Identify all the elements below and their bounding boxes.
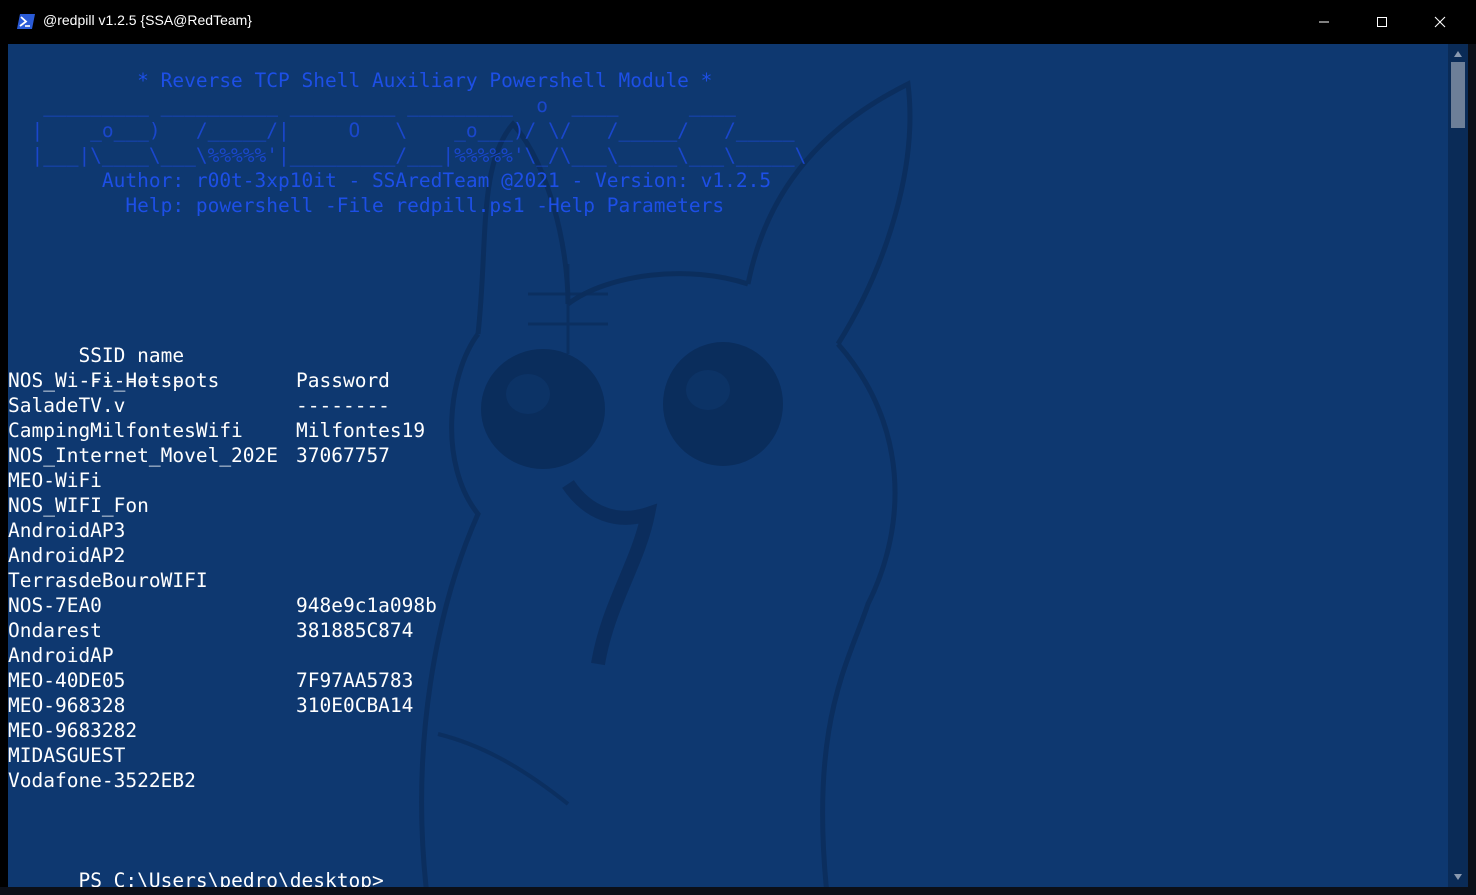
ssid-cell: MIDASGUEST (8, 744, 126, 767)
powershell-icon (17, 14, 35, 29)
ssid-cell: CampingMilfontesWifi (8, 419, 243, 442)
table-row: AndroidAP (8, 643, 114, 668)
ssid-cell: TerrasdeBouroWIFI (8, 569, 208, 592)
password-cell: 7F97AA5783 (296, 669, 414, 692)
password-column-header: Password (296, 369, 390, 392)
chevron-down-icon (1454, 874, 1462, 880)
table-row: SaladeTV.v (8, 393, 125, 418)
password-cell: 381885C874 (296, 619, 414, 642)
window-title: @redpill v1.2.5 {SSA@RedTeam} (43, 12, 252, 28)
table-row: AndroidAP2 (8, 543, 125, 568)
table-row: NOS-7EA0 948e9c1a098b (8, 593, 437, 618)
close-button[interactable] (1411, 0, 1469, 44)
maximize-button[interactable] (1353, 0, 1411, 44)
table-row: MIDASGUEST (8, 743, 125, 768)
table-header-row: SSID name Password (8, 318, 389, 392)
table-row: Vodafone-3522EB2 (8, 768, 196, 793)
maximize-icon (1377, 17, 1387, 27)
table-underline-row: --------- -------- (8, 343, 389, 417)
table-row: NOS_WIFI_Fon (8, 493, 149, 518)
ssid-cell: MEO-WiFi (8, 469, 102, 492)
ssid-cell: AndroidAP3 (8, 519, 126, 542)
banner-ascii-line: | _o___) /_____/| O \ _o___)/ \/ /_____/… (8, 119, 795, 142)
ssid-cell: Vodafone-3522EB2 (8, 769, 196, 792)
title-bar[interactable]: @redpill v1.2.5 {SSA@RedTeam} (0, 0, 1476, 44)
table-row: CampingMilfontesWifi Milfontes19 (8, 418, 425, 443)
banner-author-line: Author: r00t-3xp10it - SSAredTeam @2021 … (8, 169, 772, 192)
chevron-up-icon (1454, 51, 1462, 57)
password-underline: -------- (296, 394, 390, 417)
ssid-cell: SaladeTV.v (8, 394, 126, 417)
table-row: MEO-9683282 (8, 718, 137, 743)
banner-ascii-line: _________ __________ _________ _________… (8, 94, 736, 117)
ssid-cell: NOS-7EA0 (8, 594, 102, 617)
ssid-cell: MEO-40DE05 (8, 669, 126, 692)
password-cell: 310E0CBA14 (296, 694, 414, 717)
table-row: NOS_Internet_Movel_202E 37067757 (8, 443, 390, 468)
console-area[interactable]: * Reverse TCP Shell Auxiliary Powershell… (8, 44, 1448, 887)
ssid-cell: MEO-9683282 (8, 719, 138, 742)
table-row: Ondarest 381885C874 (8, 618, 413, 643)
window-border (1468, 44, 1476, 895)
table-row: NOS_Wi-Fi_Hotspots (8, 368, 219, 393)
ssid-cell: Ondarest (8, 619, 102, 642)
password-cell: 37067757 (296, 444, 390, 467)
scroll-down-button[interactable] (1448, 869, 1468, 885)
table-row: MEO-WiFi (8, 468, 102, 493)
command-prompt[interactable]: PS C:\Users\pedro\desktop> (8, 843, 383, 887)
minimize-icon (1319, 21, 1329, 23)
ssid-cell: AndroidAP (8, 644, 114, 667)
ssid-cell: AndroidAP2 (8, 544, 126, 567)
ssid-cell: NOS_Wi-Fi_Hotspots (8, 369, 220, 392)
window-border (0, 887, 1476, 895)
close-icon (1434, 16, 1446, 28)
prompt-text: PS C:\Users\pedro\desktop> (78, 869, 384, 887)
table-row: MEO-40DE05 7F97AA5783 (8, 668, 413, 693)
scroll-thumb[interactable] (1451, 62, 1465, 128)
ssid-cell: MEO-968328 (8, 694, 126, 717)
minimize-button[interactable] (1295, 0, 1353, 44)
table-row: AndroidAP3 (8, 518, 125, 543)
ssid-cell: NOS_Internet_Movel_202E (8, 444, 279, 467)
banner-line: * Reverse TCP Shell Auxiliary Powershell… (8, 69, 713, 92)
terminal-window: @redpill v1.2.5 {SSA@RedTeam} * Reverse … (0, 0, 1476, 895)
ssid-cell: NOS_WIFI_Fon (8, 494, 149, 517)
password-cell: Milfontes19 (296, 419, 426, 442)
scroll-up-button[interactable] (1448, 46, 1468, 62)
table-row: TerrasdeBouroWIFI (8, 568, 208, 593)
table-row: MEO-968328 310E0CBA14 (8, 693, 413, 718)
banner-help-line: Help: powershell -File redpill.ps1 -Help… (8, 194, 725, 217)
vertical-scrollbar[interactable] (1448, 44, 1468, 887)
password-cell: 948e9c1a098b (296, 594, 437, 617)
banner-ascii-line: |___|\____\___\%%%%%'|_________/___|%%%%… (8, 144, 807, 167)
